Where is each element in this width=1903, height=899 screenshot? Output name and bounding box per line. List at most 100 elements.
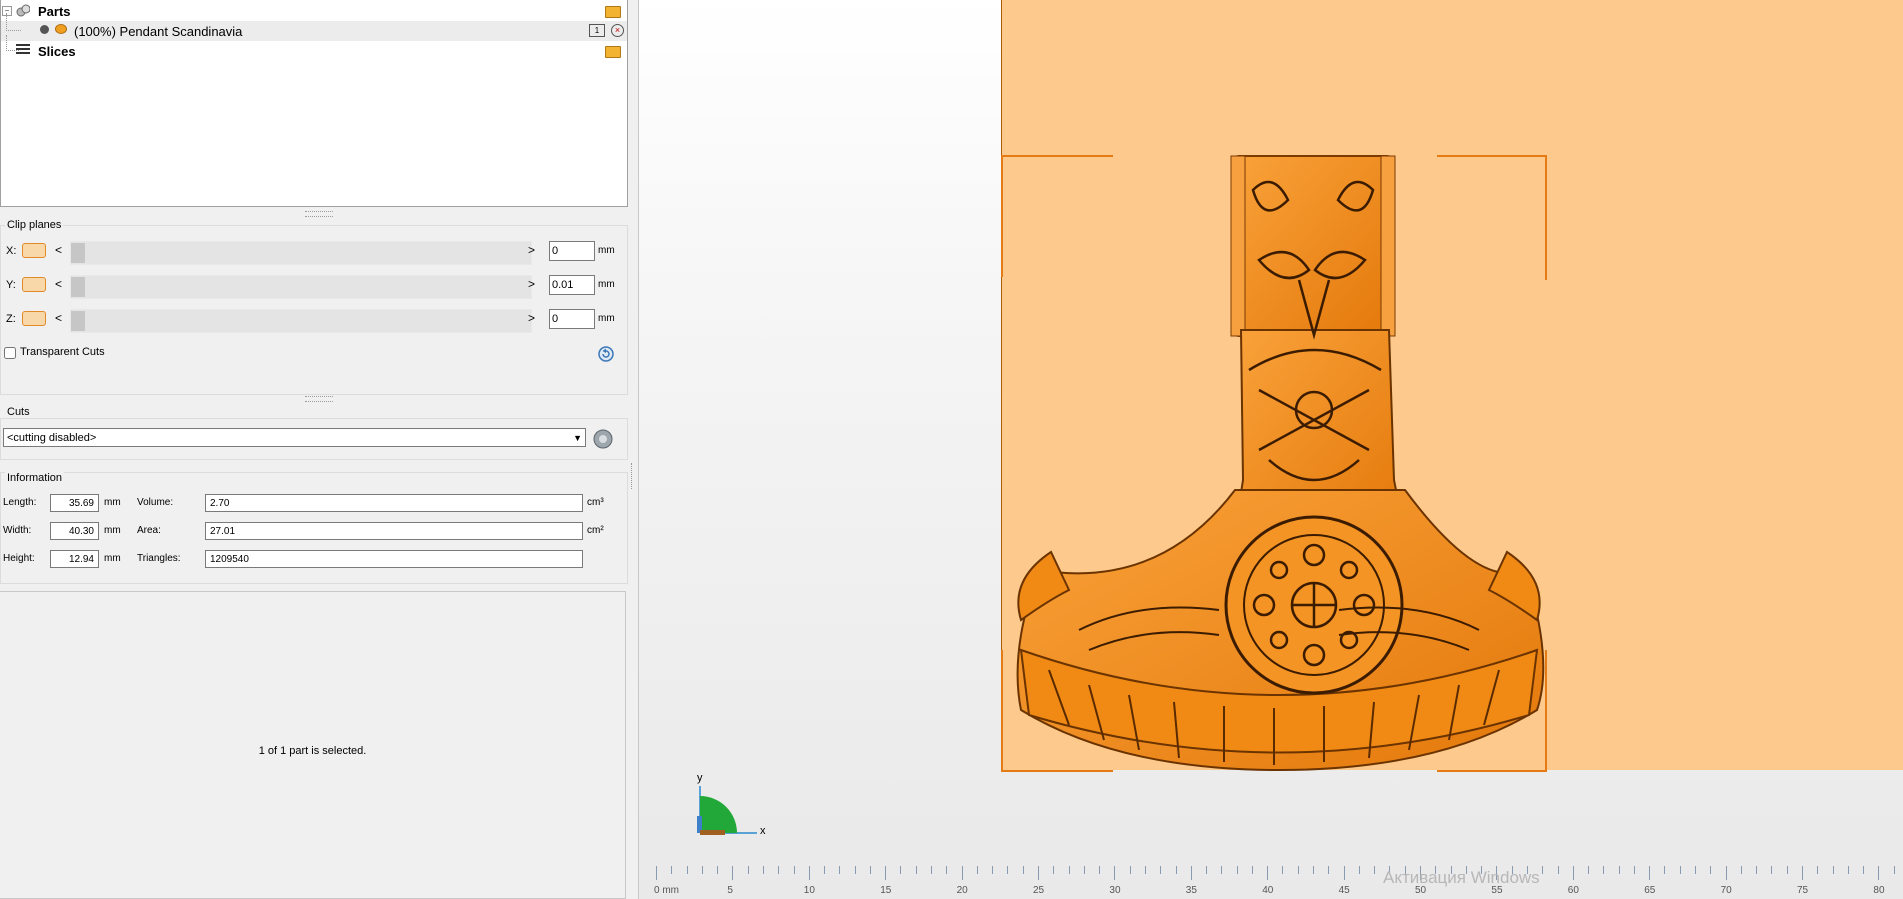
clip-slider-thumb[interactable] [71,311,85,331]
ruler-minor-tick [1007,866,1009,874]
ruler-minor-tick [778,866,780,874]
ruler-minor-tick [839,866,841,874]
reset-clip-icon[interactable] [598,346,614,362]
open-folder-icon[interactable] [605,6,621,18]
ruler-minor-tick [1053,866,1055,874]
clip-slider-track[interactable] [70,275,532,299]
ruler-minor-tick [1542,866,1544,874]
transparent-cuts-checkbox[interactable] [4,347,16,359]
ruler-major-tick [1190,866,1192,880]
clip-value-field[interactable]: 0 [549,241,595,261]
axis-label: Z: [6,313,16,325]
clip-slider-track[interactable] [70,309,532,333]
visibility-eye-icon[interactable] [55,24,67,34]
clip-row-z: Z: < > 0 mm [6,309,618,333]
part-color-dot-icon [40,25,49,34]
ruler-major-tick [1802,866,1803,880]
ruler-tick-label: 80 [1873,885,1885,896]
tree-connector [6,13,21,31]
decrease-arrow-icon[interactable]: < [55,311,62,325]
ruler-minor-tick [717,866,719,874]
ruler-minor-tick [869,866,871,874]
ruler-tick-label: 75 [1797,885,1809,896]
ruler-major-tick [808,866,810,880]
ruler-major-tick [656,866,657,880]
decrease-arrow-icon[interactable]: < [55,243,62,257]
increase-arrow-icon[interactable]: > [528,243,535,257]
ruler-tick-label: 35 [1185,885,1197,896]
ruler-minor-tick [1206,866,1208,874]
pendant-model[interactable] [1009,150,1549,775]
ruler-minor-tick [1160,866,1162,874]
ruler-minor-tick [1297,866,1299,874]
ruler-minor-tick [1832,866,1834,874]
clip-value-field[interactable]: 0 [549,309,595,329]
open-slices-folder-icon[interactable] [605,46,621,58]
clip-color-swatch[interactable] [22,277,46,292]
clip-slider-track[interactable] [70,241,532,265]
ruler-minor-tick [1175,866,1177,874]
ruler-major-tick [732,866,734,880]
windows-activation-watermark: Активация Windows [1383,868,1540,887]
ruler-minor-tick [1817,866,1819,874]
clip-color-swatch[interactable] [22,243,46,258]
clip-color-swatch[interactable] [22,311,46,326]
ruler-minor-tick [976,866,978,874]
clip-slider-thumb[interactable] [71,277,85,297]
ruler-tick-label: 0 mm [654,885,679,896]
width-field: 40.30 [50,522,99,540]
axis-x-label: x [760,825,766,837]
ruler-tick-label: 30 [1109,885,1121,896]
ruler-minor-tick [1251,866,1253,874]
ruler-minor-tick [686,866,688,874]
remove-part-icon[interactable]: × [611,24,624,37]
ruler-minor-tick [931,866,933,874]
clip-splitter-handle[interactable] [305,396,333,402]
clip-slider-thumb[interactable] [71,243,85,263]
tree-row-parts[interactable]: − Parts [1,1,627,21]
ruler-minor-tick [747,866,749,874]
ruler-minor-tick [992,866,994,874]
decrease-arrow-icon[interactable]: < [55,277,62,291]
triangles-label: Triangles: [137,553,181,564]
ruler-minor-tick [1358,866,1360,874]
3d-viewport[interactable]: y x 0 mm 5 10 15 20 25 30 35 40 45 50 55 60 65 70 75 80 … [639,0,1903,899]
axis-label: Y: [6,279,16,291]
ruler-minor-tick [946,866,948,874]
tree-row-slices[interactable]: Slices [1,35,627,61]
part-item-label: (100%) Pendant Scandinavia [74,23,243,39]
ruler-minor-tick [1603,866,1605,874]
cuts-select[interactable]: <cutting disabled> ▼ [3,428,586,447]
chevron-down-icon: ▼ [573,433,582,443]
width-unit: mm [104,525,121,536]
transparent-cuts-label: Transparent Cuts [20,346,105,358]
ruler-major-tick [1343,866,1345,880]
ruler-minor-tick [1313,866,1315,874]
ruler-tick-label: 20 [956,885,968,896]
ruler-minor-tick [1618,866,1620,874]
mm-ruler: 0 mm 5 10 15 20 25 30 35 40 45 50 55 60 65 70 75 80 [639,866,1903,899]
area-label: Area: [137,525,161,536]
part-count-badge: 1 [589,24,605,37]
increase-arrow-icon[interactable]: > [528,277,535,291]
information-title: Information [5,472,65,484]
ruler-minor-tick [1756,866,1758,874]
slices-icon [16,44,30,56]
ruler-minor-tick [1374,866,1376,874]
ruler-minor-tick [1022,866,1024,874]
unit-label: mm [598,279,615,290]
cut-tool-icon[interactable] [592,428,614,450]
axis-label: X: [6,245,17,257]
parts-label: Parts [38,3,71,19]
tree-splitter-handle[interactable] [305,211,333,217]
tree-row-part-item[interactable]: (100%) Pendant Scandinavia 1 × [1,13,627,41]
increase-arrow-icon[interactable]: > [528,311,535,325]
panel-resize-handle[interactable] [631,463,634,489]
ruler-tick-label: 70 [1720,885,1732,896]
ruler-major-tick [1878,866,1880,880]
height-unit: mm [104,553,121,564]
clip-value-field[interactable]: 0.01 [549,275,595,295]
height-field: 12.94 [50,550,99,568]
ruler-tick-label: 65 [1644,885,1656,896]
ruler-minor-tick [1328,866,1330,874]
